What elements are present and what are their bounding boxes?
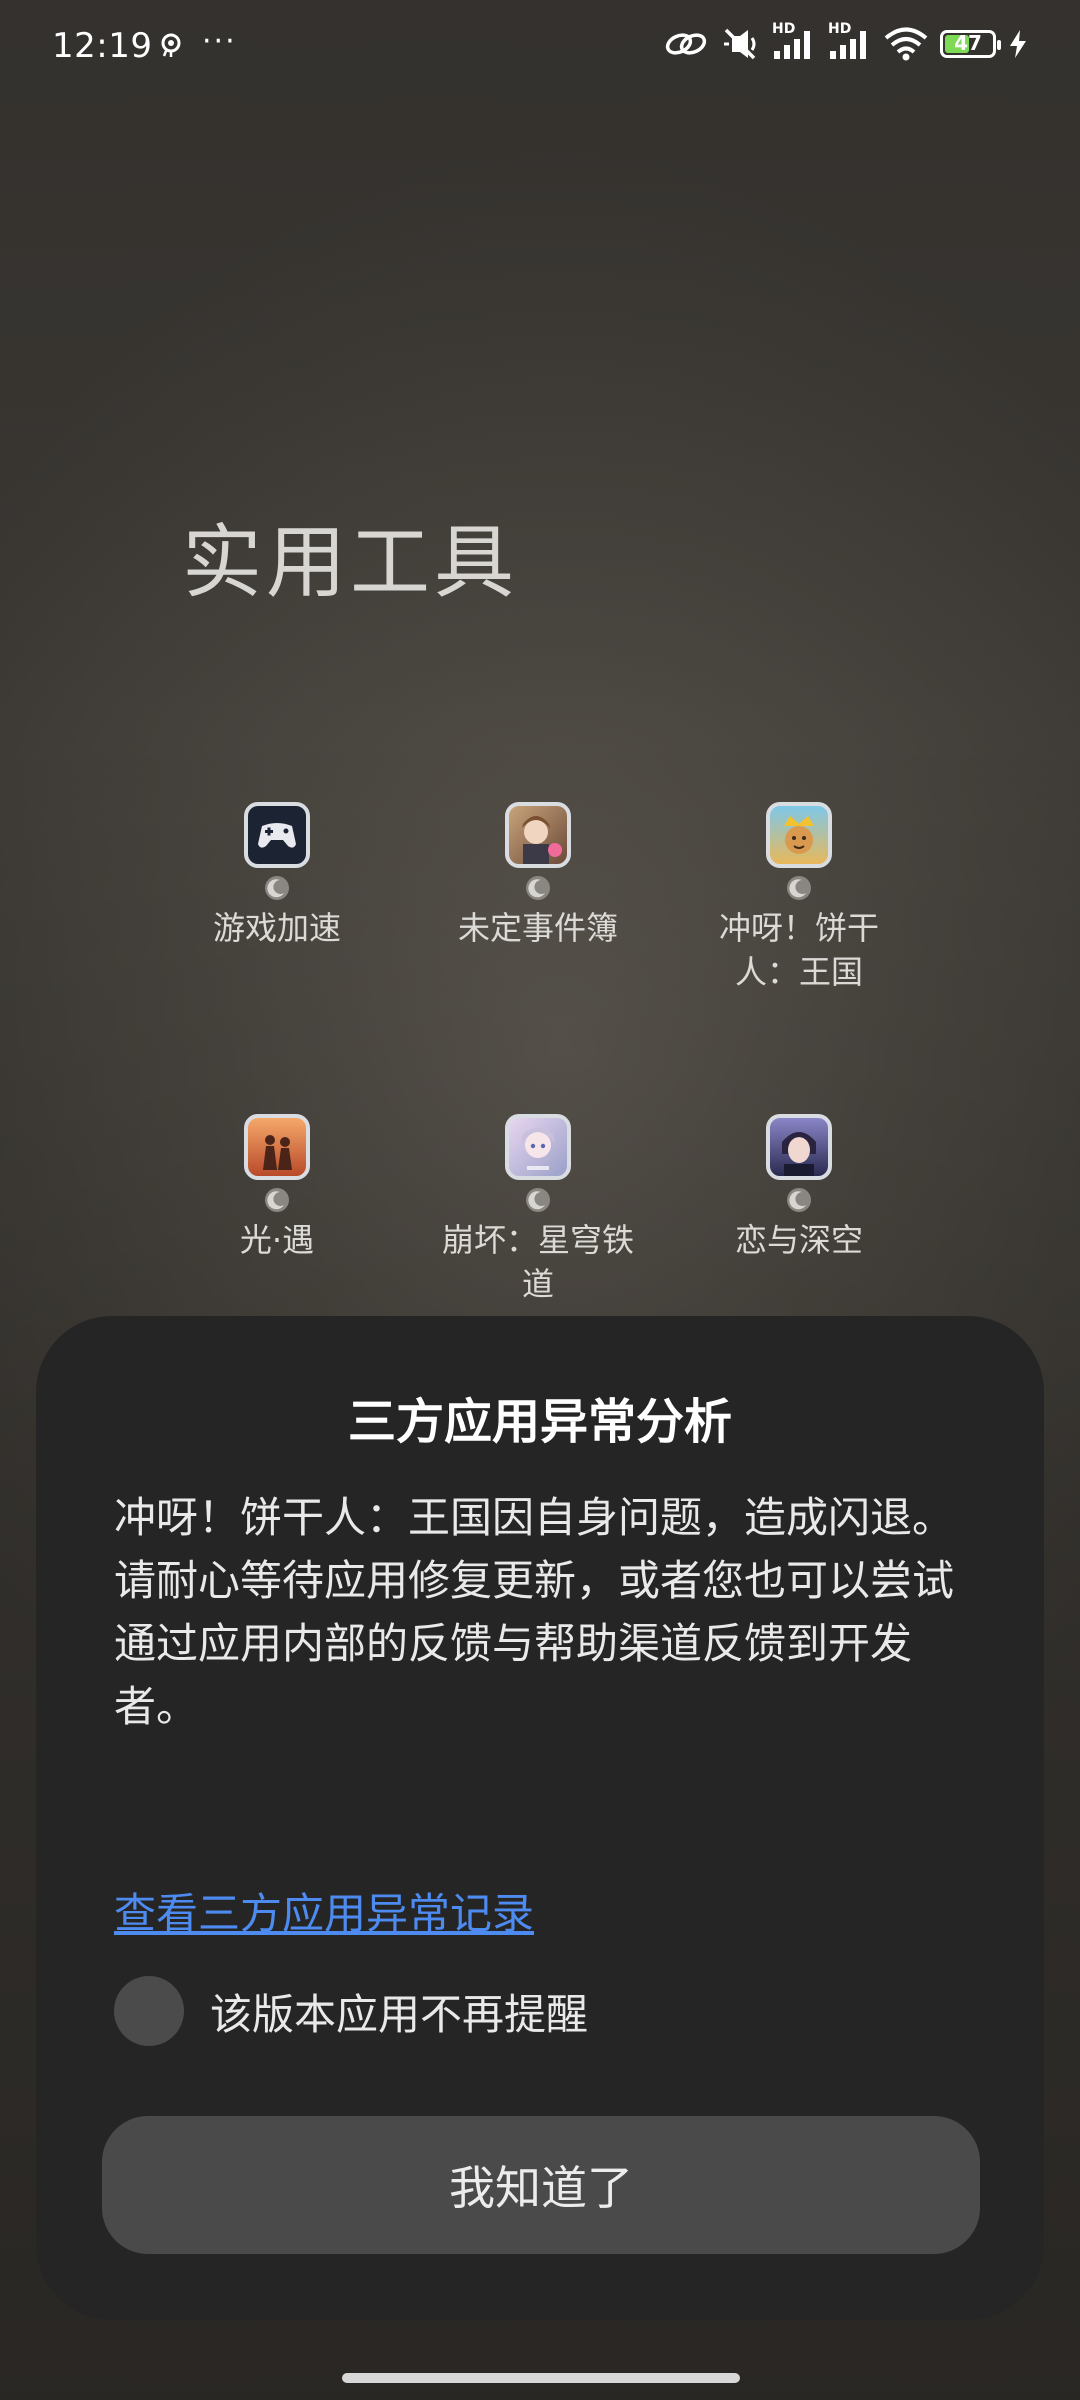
app-label: 未定事件簿 [457,909,618,947]
app-love-and-deepspace[interactable]: 恋与深空 [679,1114,919,1262]
app-game-accelerator[interactable]: 游戏加速 [157,802,397,950]
app-label: 游戏加速 [212,909,341,947]
got-it-button[interactable]: 我知道了 [102,2116,980,2254]
app-icon [505,802,571,868]
moon-icon [418,1186,658,1214]
app-honkai-star-rail[interactable]: 崩坏：星穹铁道 [418,1114,658,1303]
app-tears-of-themis[interactable]: 未定事件簿 [418,802,658,950]
dont-remind-label: 该版本应用不再提醒 [210,1989,589,2039]
hd-label: HD [772,21,796,37]
mute-icon [720,26,760,62]
dont-remind-checkbox[interactable] [114,1976,184,2046]
battery-icon: 47 [940,30,1001,58]
app-icon [766,1114,832,1180]
folder-title[interactable]: 实用工具 [182,498,518,614]
app-icon [766,802,832,868]
gamepad-icon [244,802,310,868]
moon-icon [679,874,919,902]
status-left-icons: ··· [158,24,237,59]
moon-icon [418,874,658,902]
crash-analysis-dialog: 三方应用异常分析 冲呀！饼干人：王国因自身问题，造成闪退。 请耐心等待应用修复更… [36,1316,1044,2320]
wifi-icon [884,27,928,61]
dont-remind-option[interactable]: 该版本应用不再提醒 [114,1976,588,2046]
dialog-message: 冲呀！饼干人：王国因自身问题，造成闪退。 请耐心等待应用修复更新，或者您也可以尝… [114,1486,974,1738]
link-icon [664,27,708,61]
dialog-title: 三方应用异常分析 [347,1394,732,1450]
moon-icon [679,1186,919,1214]
hd-label: HD [828,21,852,37]
dialog-message-line1: 冲呀！饼干人：王国因自身问题，造成闪退。 [114,1493,955,1542]
status-right-icons: HD HD 47 [664,21,1028,62]
view-crash-records-link[interactable]: 查看三方应用异常记录 [114,1880,534,1941]
signal-hd-icon: HD [772,21,816,61]
status-time: 12:19 [52,26,153,66]
dialog-message-line2: 请耐心等待应用修复更新，或者您也可以尝试通过应用内部的反馈与帮助渠道反馈到开发者… [114,1556,955,1731]
moon-icon [157,1186,397,1214]
app-label: 恋与深空 [734,1221,863,1259]
signal-hd-icon: HD [828,21,872,61]
battery-level: 47 [954,31,982,55]
more-notifications-icon: ··· [202,24,237,59]
moon-icon [157,874,397,902]
app-label: 光·遇 [239,1221,315,1259]
ai-assistant-icon [158,32,184,58]
status-bar: 12:19 ··· HD HD 47 [0,0,1080,100]
home-indicator[interactable] [342,2373,740,2383]
app-sky[interactable]: 光·遇 [157,1114,397,1262]
app-icon [505,1114,571,1180]
app-icon [244,1114,310,1180]
app-cookie-run-kingdom[interactable]: 冲呀！饼干人：王国 [679,802,919,994]
charging-icon [1008,29,1028,59]
app-label: 冲呀！饼干人：王国 [718,909,879,991]
app-label: 崩坏：星穹铁道 [441,1221,634,1303]
